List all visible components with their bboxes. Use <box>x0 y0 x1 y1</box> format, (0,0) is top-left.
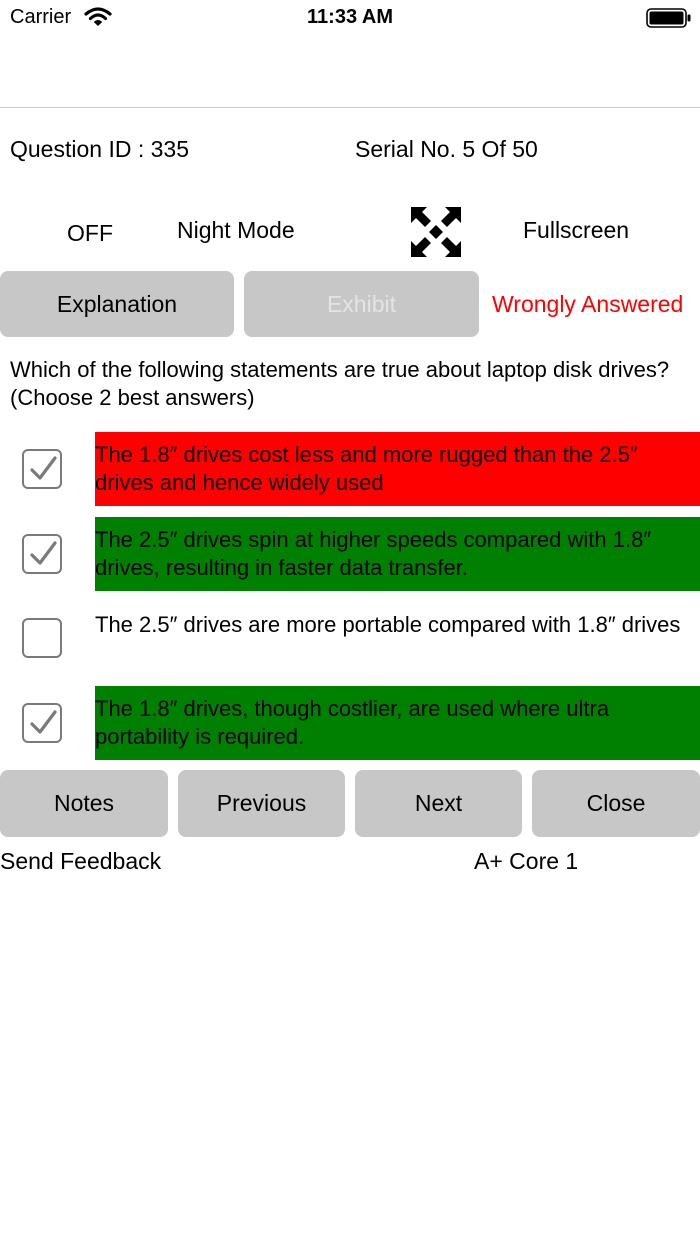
next-button[interactable]: Next <box>355 770 522 837</box>
night-mode-label: Night Mode <box>177 217 295 243</box>
option-2-checkbox[interactable] <box>22 534 62 574</box>
close-button[interactable]: Close <box>532 770 700 837</box>
exam-name: A+ Core 1 <box>474 848 579 874</box>
status-time: 11:33 AM <box>307 6 393 28</box>
night-mode-toggle[interactable]: OFF <box>67 220 113 247</box>
battery-icon <box>646 8 692 28</box>
header-divider <box>0 107 700 108</box>
fullscreen-icon[interactable] <box>411 207 461 257</box>
option-3-text[interactable]: The 2.5″ drives are more portable compar… <box>95 602 700 676</box>
checkmark-icon <box>30 541 57 565</box>
fullscreen-label[interactable]: Fullscreen <box>523 217 629 244</box>
option-1-text[interactable]: The 1.8″ drives cost less and more rugge… <box>95 432 700 506</box>
notes-button[interactable]: Notes <box>0 770 168 837</box>
option-1-checkbox[interactable] <box>22 449 62 489</box>
checkmark-icon <box>30 710 57 734</box>
previous-button[interactable]: Previous <box>178 770 345 837</box>
question-id: Question ID : 335 <box>10 136 189 162</box>
answer-result-label: Wrongly Answered <box>492 291 684 317</box>
exhibit-button[interactable]: Exhibit <box>244 271 479 337</box>
send-feedback-link[interactable]: Send Feedback <box>0 848 161 875</box>
question-text: Which of the following statements are tr… <box>10 357 670 410</box>
option-4-text[interactable]: The 1.8″ drives, though costlier, are us… <box>95 686 700 760</box>
option-2-text[interactable]: The 2.5″ drives spin at higher speeds co… <box>95 517 700 591</box>
serial-number: Serial No. 5 Of 50 <box>355 136 538 162</box>
option-4-checkbox[interactable] <box>22 703 62 743</box>
option-3-checkbox[interactable] <box>22 618 62 658</box>
checkmark-icon <box>30 456 57 480</box>
explanation-button[interactable]: Explanation <box>0 271 234 337</box>
